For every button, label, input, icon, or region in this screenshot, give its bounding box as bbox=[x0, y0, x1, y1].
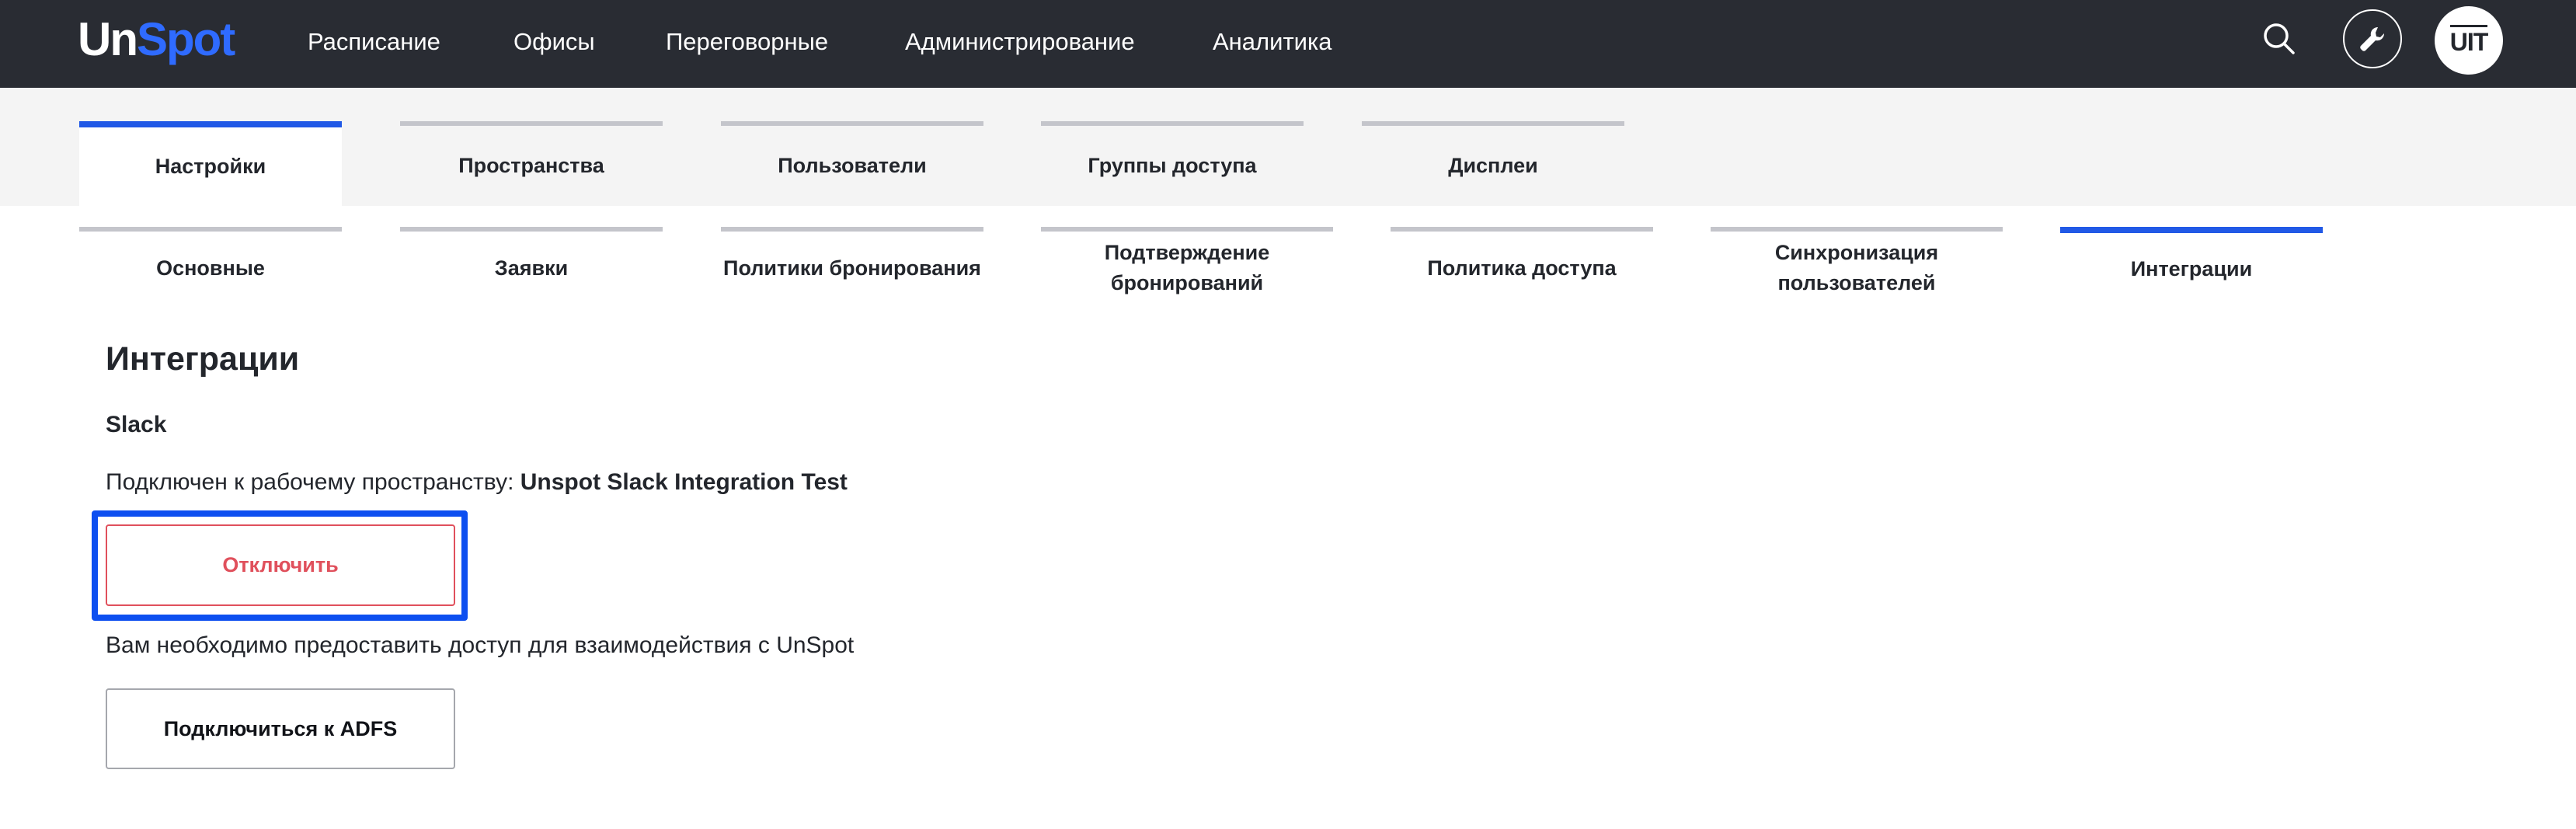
subtab-label-line1: Подтверждение bbox=[1104, 241, 1270, 264]
subtab-label-line2: бронирований bbox=[1110, 271, 1264, 294]
wrench-icon bbox=[2360, 26, 2385, 51]
subtab-access-policy[interactable]: Политика доступа bbox=[1391, 227, 1653, 305]
user-avatar[interactable]: UIT bbox=[2435, 6, 2503, 75]
subtab-integrations[interactable]: Интеграции bbox=[2060, 227, 2323, 305]
subtab-user-sync[interactable]: Синхронизация пользователей bbox=[1711, 227, 2003, 305]
page-title: Интеграции bbox=[106, 340, 300, 378]
subtab-booking-confirmation[interactable]: Подтверждение бронирований bbox=[1041, 227, 1333, 305]
nav-meeting-rooms[interactable]: Переговорные bbox=[666, 26, 828, 57]
tab-displays[interactable]: Дисплеи bbox=[1362, 121, 1624, 206]
logo-part-spot: Spot bbox=[136, 13, 235, 65]
admin-tools-button[interactable] bbox=[2343, 9, 2402, 68]
top-navigation-bar: UnSpot Расписание Офисы Переговорные Адм… bbox=[0, 0, 2576, 88]
subtab-requests[interactable]: Заявки bbox=[400, 227, 663, 305]
subtab-label: Политика доступа bbox=[1427, 256, 1617, 280]
tab-access-groups[interactable]: Группы доступа bbox=[1041, 121, 1304, 206]
tab-settings[interactable]: Настройки bbox=[79, 121, 342, 206]
connect-adfs-button[interactable]: Подключиться к ADFS bbox=[106, 688, 455, 769]
tab-spaces[interactable]: Пространства bbox=[400, 121, 663, 206]
connected-prefix: Подключен к рабочему пространству: bbox=[106, 469, 520, 495]
avatar-initials: UIT bbox=[2449, 24, 2488, 57]
search-button[interactable] bbox=[2262, 22, 2296, 56]
subtab-label: Политики бронирования bbox=[723, 256, 981, 280]
adfs-access-note: Вам необходимо предоставить доступ для в… bbox=[106, 632, 855, 658]
nav-administration[interactable]: Администрирование bbox=[905, 26, 1135, 57]
subtab-label-line1: Синхронизация bbox=[1774, 241, 1939, 264]
tab-users[interactable]: Пользователи bbox=[721, 121, 983, 206]
slack-workspace-name: Unspot Slack Integration Test bbox=[520, 469, 848, 495]
disconnect-slack-button[interactable]: Отключить bbox=[106, 524, 455, 606]
subtab-label: Интеграции bbox=[2130, 256, 2253, 280]
subtab-label: Основные bbox=[156, 256, 265, 280]
logo-part-un: Un bbox=[78, 13, 138, 65]
subtab-general[interactable]: Основные bbox=[79, 227, 342, 305]
slack-connection-status: Подключен к рабочему пространству: Unspo… bbox=[106, 468, 848, 497]
nav-analytics[interactable]: Аналитика bbox=[1213, 26, 1332, 57]
subtab-label-line2: пользователей bbox=[1777, 271, 1936, 294]
nav-offices[interactable]: Офисы bbox=[513, 26, 595, 57]
slack-section-title: Slack bbox=[106, 412, 167, 437]
nav-schedule[interactable]: Расписание bbox=[308, 26, 440, 57]
subtab-booking-policies[interactable]: Политики бронирования bbox=[721, 227, 983, 305]
search-icon bbox=[2264, 23, 2295, 54]
unspot-logo[interactable]: UnSpot bbox=[78, 11, 235, 68]
subtab-label: Заявки bbox=[494, 256, 569, 280]
